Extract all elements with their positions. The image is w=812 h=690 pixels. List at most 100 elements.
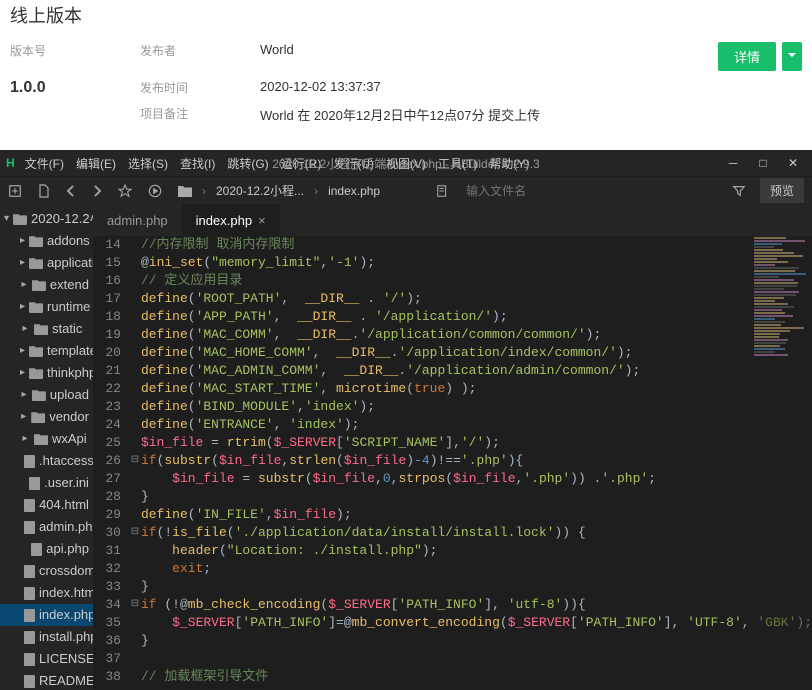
tree-item-label: .user.ini [44, 474, 89, 492]
folder-icon [32, 389, 46, 401]
tree-item-label: wxApi [52, 430, 87, 448]
tree-file[interactable]: 404.html [0, 494, 93, 516]
file-icon [31, 543, 42, 556]
chevron-down-icon [788, 49, 796, 64]
tree-file[interactable]: .htaccess [0, 450, 93, 472]
folder-icon [31, 411, 45, 423]
detail-button[interactable]: 详情 [718, 42, 776, 71]
tree-folder[interactable]: upload [0, 384, 93, 406]
new-tab-icon[interactable] [8, 184, 22, 198]
tree-item-label: application [47, 254, 93, 272]
breadcrumb-item[interactable]: 2020-12.2小程... [216, 182, 304, 199]
tree-item-label: 404.html [39, 496, 89, 514]
star-icon[interactable] [118, 184, 132, 198]
tree-folder[interactable]: runtime [0, 296, 93, 318]
code-line: //内存限制 取消内存限制 [141, 236, 812, 254]
tree-file[interactable]: index.html [0, 582, 93, 604]
code-line: if(!is_file('./application/data/install/… [141, 524, 812, 542]
file-icon[interactable] [38, 184, 50, 198]
tree-file[interactable]: api.php [0, 538, 93, 560]
folder-icon [29, 235, 43, 247]
code-line: define('BIND_MODULE','index'); [141, 398, 812, 416]
tree-file[interactable]: index.php [0, 604, 93, 626]
code-editor[interactable]: //内存限制 取消内存限制@ini_set("memory_limit",'-1… [141, 236, 812, 690]
tree-item-label: vendor [49, 408, 89, 426]
file-icon [24, 675, 35, 688]
code-line: if(substr($in_file,strlen($in_file)-4)!=… [141, 452, 812, 470]
file-icon [24, 631, 35, 644]
locate-icon[interactable] [436, 184, 450, 198]
close-icon[interactable]: × [258, 213, 266, 228]
code-line: // 加载框架引导文件 [141, 668, 812, 686]
tree-folder[interactable]: extend [0, 274, 93, 296]
maximize-button[interactable]: □ [756, 156, 770, 170]
menu-item[interactable]: 选择(S) [128, 155, 168, 172]
folder-breadcrumb-icon[interactable] [178, 185, 192, 197]
tree-folder[interactable]: wxApi [0, 428, 93, 450]
window-title: 2020-12.2小程序后端/index.php - HBuilder X 2.… [272, 155, 539, 172]
close-button[interactable]: ✕ [786, 156, 800, 170]
tree-folder[interactable]: 2020-12.2小程序后端 [0, 208, 93, 230]
menu-item[interactable]: 查找(I) [180, 155, 215, 172]
run-icon[interactable] [148, 184, 162, 198]
tree-item-label: template [47, 342, 93, 360]
folder-icon [29, 367, 43, 379]
menu-item[interactable]: 编辑(E) [76, 155, 116, 172]
code-line: } [141, 488, 812, 506]
tree-item-label: upload [50, 386, 89, 404]
filter-icon[interactable] [732, 184, 746, 198]
release-panel: 线上版本 版本号 发布者 World 详情 1.0.0 发布时间 2020-12… [0, 0, 812, 138]
code-line: } [141, 578, 812, 596]
folder-icon [32, 279, 46, 291]
tree-file[interactable]: admin.php [0, 516, 93, 538]
tree-folder[interactable]: static [0, 318, 93, 340]
tree-item-label: install.php [39, 628, 93, 646]
editor-tab[interactable]: index.php × [182, 204, 280, 236]
code-line [141, 650, 812, 668]
minimize-button[interactable]: ─ [726, 156, 740, 170]
code-line: define('IN_FILE',$in_file); [141, 506, 812, 524]
folder-icon [13, 213, 27, 225]
expand-arrow-icon [20, 342, 25, 360]
tree-item-label: runtime [47, 298, 90, 316]
code-line: define('APP_PATH', __DIR__ . '/applicati… [141, 308, 812, 326]
tree-item-label: 2020-12.2小程序后端 [31, 210, 93, 228]
tree-folder[interactable]: addons [0, 230, 93, 252]
tree-file[interactable]: LICENSE [0, 648, 93, 670]
breadcrumb-item[interactable]: index.php [328, 184, 380, 198]
editor-tab[interactable]: admin.php [93, 204, 182, 236]
tree-file[interactable]: .user.ini [0, 472, 93, 494]
version-label: 版本号 [10, 44, 46, 58]
tree-folder[interactable]: thinkphp [0, 362, 93, 384]
time-value: 2020-12-02 13:37:37 [260, 79, 381, 94]
publisher-value: World [260, 42, 294, 57]
tab-label: index.php [196, 213, 252, 228]
remark-label: 项目备注 [140, 107, 188, 121]
code-line: header("Location: ./install.php"); [141, 542, 812, 560]
detail-dropdown-button[interactable] [782, 42, 802, 71]
time-label: 发布时间 [140, 81, 188, 95]
forward-button[interactable] [92, 184, 102, 198]
file-explorer[interactable]: 2020-12.2小程序后端 addons application extend run… [0, 204, 93, 690]
back-button[interactable] [66, 184, 76, 198]
folder-icon [29, 345, 43, 357]
expand-arrow-icon [20, 430, 30, 448]
menu-item[interactable]: 文件(F) [25, 155, 64, 172]
preview-button[interactable]: 预览 [760, 178, 804, 203]
file-icon [24, 653, 35, 666]
tree-folder[interactable]: vendor [0, 406, 93, 428]
panel-title: 线上版本 [10, 0, 802, 38]
search-input[interactable] [466, 184, 586, 198]
code-line: define('ROOT_PATH', __DIR__ . '/'); [141, 290, 812, 308]
tree-file[interactable]: crossdomain.xml [0, 560, 93, 582]
menu-item[interactable]: 跳转(G) [227, 155, 268, 172]
tree-file[interactable]: install.php [0, 626, 93, 648]
tree-file[interactable]: README.md [0, 670, 93, 690]
line-gutter: 1415161718192021222324252627282930313233… [93, 236, 129, 690]
tree-item-label: extend [50, 276, 89, 294]
code-line: $in_file = rtrim($_SERVER['SCRIPT_NAME']… [141, 434, 812, 452]
publisher-label: 发布者 [140, 44, 176, 58]
tree-folder[interactable]: template [0, 340, 93, 362]
expand-arrow-icon [20, 386, 28, 404]
tree-folder[interactable]: application [0, 252, 93, 274]
